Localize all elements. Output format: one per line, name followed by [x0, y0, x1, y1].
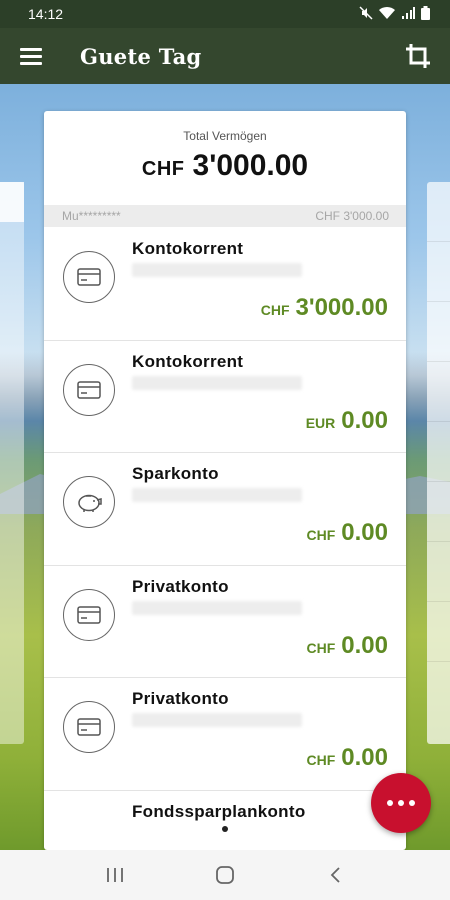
account-item[interactable]: Privatkonto CHF 0.00 [44, 566, 406, 678]
signal-icon [401, 6, 415, 23]
account-name: Privatkonto [132, 689, 229, 708]
account-balance: CHF 0.00 [306, 744, 389, 771]
piggy-bank-icon [63, 476, 115, 528]
wifi-icon [379, 6, 395, 23]
account-item[interactable]: Fondssparplankonto [44, 791, 406, 851]
status-time: 14:12 [28, 6, 64, 22]
status-icons [359, 5, 430, 23]
dot-icon [398, 800, 404, 806]
recent-apps-button[interactable] [95, 860, 135, 890]
total-value: 3'000.00 [192, 149, 309, 182]
home-button[interactable] [205, 860, 245, 890]
account-balance: CHF 3'000.00 [260, 294, 388, 321]
account-name: Kontokorrent [132, 351, 244, 371]
account-name: Privatkonto [132, 576, 229, 596]
account-name: Sparkonto [132, 464, 219, 483]
account-balance: CHF 0.00 [306, 631, 389, 659]
account-number-redacted [132, 375, 302, 390]
account-number-redacted [132, 263, 302, 277]
account-item[interactable]: Privatkonto CHF 0.00 [44, 678, 406, 791]
account-name: Fondssparplankonto [132, 801, 306, 821]
card-icon [63, 588, 115, 641]
dot-icon [409, 800, 415, 806]
card-icon [63, 251, 115, 303]
card-icon [63, 363, 115, 416]
account-item[interactable]: Sparkonto CHF 0.00 [44, 453, 406, 566]
account-list: Kontokorrent CHF 3'000.00 Kontokorrent EU… [44, 228, 406, 850]
total-amount: CHF 3'000.00 [44, 149, 406, 183]
total-currency: CHF [141, 158, 185, 180]
account-balance: EUR 0.00 [305, 406, 388, 434]
battery-icon [421, 5, 430, 23]
account-item[interactable]: Kontokorrent EUR 0.00 [44, 341, 406, 453]
owner-bar: Mu********* CHF 3'000.00 [44, 205, 406, 227]
owner-name: Mu********* [62, 209, 121, 223]
account-number-redacted [132, 713, 302, 727]
crop-icon[interactable] [404, 42, 432, 70]
status-bar: 14:12 [0, 0, 450, 28]
dot-icon [387, 800, 393, 806]
mute-icon [359, 5, 373, 23]
back-button[interactable] [315, 860, 355, 890]
home-icon [216, 866, 234, 884]
account-name: Kontokorrent [132, 239, 244, 258]
account-balance: CHF 0.00 [306, 519, 389, 546]
app-bar: Guete Tag [0, 28, 450, 84]
card-icon [63, 701, 115, 753]
more-actions-button[interactable] [371, 773, 431, 833]
page-indicator [222, 826, 228, 832]
recent-apps-icon [107, 868, 123, 882]
side-card-left[interactable] [0, 182, 24, 744]
account-number-redacted [132, 488, 302, 502]
menu-icon[interactable] [20, 48, 42, 65]
back-icon [330, 867, 340, 883]
account-number-redacted [132, 600, 302, 615]
side-card-right[interactable] [427, 182, 450, 744]
system-nav-bar [0, 850, 450, 900]
app-title: Guete Tag [80, 43, 202, 69]
total-label: Total Vermögen [183, 129, 267, 143]
owner-amount: CHF 3'000.00 [315, 209, 389, 223]
account-item[interactable]: Kontokorrent CHF 3'000.00 [44, 228, 406, 341]
accounts-card: Total Vermögen CHF 3'000.00 Mu********* C… [44, 111, 406, 850]
